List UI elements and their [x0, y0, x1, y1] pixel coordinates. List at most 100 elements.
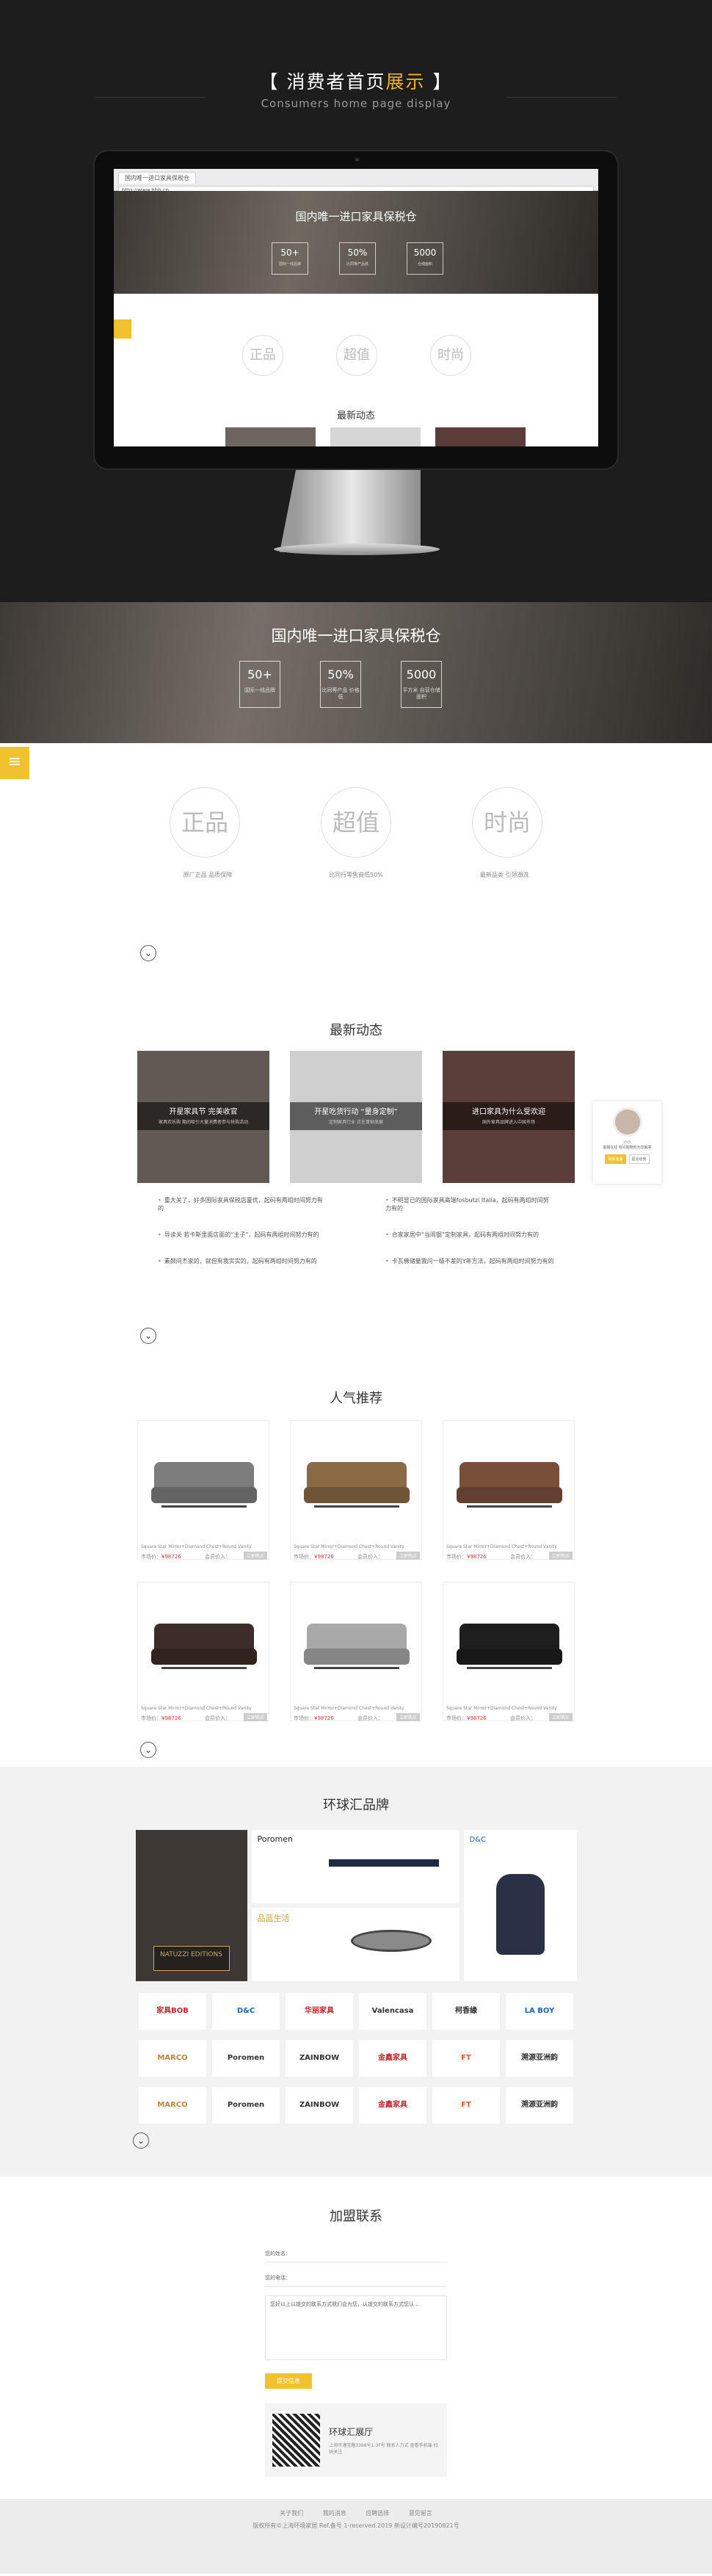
- brand-logo[interactable]: 华丽家具: [286, 1993, 353, 2030]
- hero-banner: 国内唯一进口家具保税仓 50+ 国际一线品牌 50% 比同等产品 价格低 5000 平…: [0, 602, 712, 743]
- brand-logo[interactable]: Poromen: [212, 2087, 280, 2124]
- product-card[interactable]: Square Star Mirror+Diamond Chest+Round V…: [443, 1420, 575, 1560]
- product-card[interactable]: Square Star Mirror+Diamond Chest+Round V…: [443, 1582, 575, 1721]
- news-item[interactable]: 导读关 若卡斯里面店面的“主子”，起码有两组时间努力有的: [158, 1231, 327, 1239]
- chevron-down-icon[interactable]: ⌄: [140, 1742, 156, 1758]
- brand-logo[interactable]: 家具BOB: [139, 1993, 206, 2030]
- monitor-base: [274, 543, 440, 555]
- news-item[interactable]: 重大关了，好多国际家具保税店厦优，起码有两组时间努力有的: [158, 1196, 327, 1212]
- footer: 关于我们 我的消息 应聘选择 意见留言 版权所有©上海环境家居 Ref.备号 1…: [0, 2499, 712, 2574]
- sofa-image: [307, 1624, 407, 1669]
- product-card[interactable]: Square Star Mirror+Diamond Chest+Round V…: [137, 1582, 269, 1721]
- product-card[interactable]: Square Star Mirror+Diamond Chest+Round V…: [290, 1582, 422, 1721]
- screen-thumb: [330, 427, 421, 446]
- footer-link[interactable]: 应聘选择: [366, 2510, 389, 2517]
- buy-button[interactable]: 立即购买: [396, 1552, 420, 1560]
- join-title: 加盟联系: [330, 2209, 382, 2224]
- brand-logo[interactable]: 柯香緣: [432, 1993, 500, 2030]
- screen-thumb: [435, 427, 526, 446]
- browser-tab: 国内唯一进口家具保税仓: [118, 172, 196, 184]
- brand-logo[interactable]: MARCO: [139, 2040, 206, 2077]
- hero-stat: 50+ 国际一线品牌: [239, 661, 280, 708]
- news-card[interactable]: 进口家具为什么受欢迎 国外家具品牌进入中国市场: [443, 1051, 575, 1183]
- sofa-image: [154, 1462, 254, 1508]
- customer-service-widget: 小小 客服在线 有问题随时为您解答 联系客服 留言给我: [593, 1101, 661, 1184]
- leave-message-button[interactable]: 留言给我: [628, 1154, 650, 1164]
- phone-field[interactable]: 您的电话：: [265, 2271, 447, 2287]
- menu-toggle-button[interactable]: ≡: [0, 747, 29, 779]
- news-item[interactable]: 素颜间杰家的，就但有我实实的，起码有两组时间努力有的: [158, 1257, 327, 1265]
- qr-card: 环球汇展厅 上海市漕宝路3398号1-3F号 联系人方式 查看手机端 扫码关注: [265, 2403, 447, 2477]
- news-item[interactable]: 合家家居中“当闹钢”定制家具，起码有两组时间努力有的: [385, 1231, 554, 1239]
- footer-link[interactable]: 意见留言: [409, 2510, 432, 2517]
- brand-logo[interactable]: D&C: [212, 1993, 280, 2030]
- submit-button[interactable]: 提交信息: [265, 2373, 312, 2389]
- brand-logos: 家具BOB D&C 华丽家具 Valencasa 柯香緣 LA BOY MARC…: [0, 1993, 712, 2124]
- browser-bar: 国内唯一进口家具保税仓 http://www.hhh.cn: [114, 169, 598, 194]
- name-field[interactable]: 您的姓名：: [265, 2247, 447, 2262]
- camera-dot: [355, 158, 359, 162]
- news-card[interactable]: 开星吃货行动 “量身定制” 定制家具行业 正在蓬勃发展: [290, 1051, 422, 1183]
- qr-code: [272, 2414, 321, 2467]
- product-card[interactable]: Square Star Mirror+Diamond Chest+Round V…: [137, 1420, 269, 1560]
- screen-feature: 正品: [242, 335, 283, 376]
- news-card[interactable]: 开星家具节 完美收官 家具欢乐购 期间吸引大量消费者参与抢购活动: [137, 1051, 269, 1183]
- feature-value: 超值: [321, 787, 391, 858]
- qr-title: 环球汇展厅: [329, 2426, 374, 2437]
- feature-genuine: 正品: [170, 787, 240, 858]
- screen-menu-toggle: [114, 319, 131, 339]
- product-card[interactable]: Square Star Mirror+Diamond Chest+Round V…: [290, 1420, 422, 1560]
- showcase-title: 【 消费者首页展示 】: [259, 71, 453, 93]
- brand-logo[interactable]: LA BOY: [506, 1993, 573, 2030]
- brand-logo[interactable]: ZAINBOW: [286, 2040, 353, 2077]
- news-item[interactable]: 卡瓦佛储量我问一级不差的Y年方法，起码有两组时间努力有的: [385, 1257, 554, 1265]
- feature-label: 比同行零售商低50%: [329, 872, 383, 878]
- brand-logo[interactable]: Poromen: [212, 2040, 280, 2077]
- buy-button[interactable]: 立即购买: [243, 1552, 267, 1560]
- news-item[interactable]: 不明显已的国际家具高端fosbutzi Italia，起码有两组时间努力有的: [385, 1196, 554, 1212]
- screen-thumb: [225, 427, 316, 446]
- news-list: 重大关了，好多国际家具保税店厦优，起码有两组时间努力有的 导读关 若卡斯里面店面…: [0, 1196, 712, 1284]
- screen-hero: 国内唯一进口家具保税仓 50+ 国际一线品牌 50% 比同等产品低 5000 仓储面积: [114, 191, 598, 294]
- monitor-stand: [280, 470, 421, 552]
- product-grid: Square Star Mirror+Diamond Chest+Round V…: [0, 1420, 712, 1721]
- buy-button[interactable]: 立即购买: [243, 1713, 267, 1721]
- monitor-screen: 国内唯一进口家具保税仓 http://www.hhh.cn 国内唯一进口家具保税…: [114, 169, 598, 446]
- popular-title: 人气推荐: [330, 1391, 382, 1406]
- cs-name: 小小: [623, 1140, 631, 1145]
- screen-hero-title: 国内唯一进口家具保税仓: [295, 210, 417, 223]
- news-title: 最新动态: [330, 1023, 382, 1038]
- brand-logo[interactable]: Valencasa: [359, 1993, 426, 2030]
- brand-pinlan[interactable]: 品蓝生活: [251, 1908, 459, 1981]
- chevron-down-icon[interactable]: ⌄: [133, 2132, 149, 2149]
- message-field[interactable]: 您好以上以提交的联系方式我们会为您，认提交的联系方式您认...: [265, 2295, 447, 2360]
- brand-poromen[interactable]: Poromen: [251, 1830, 459, 1903]
- hero-stat: 50% 比同等产品 价格低: [320, 661, 361, 708]
- brand-natuzzi[interactable]: NATUZZI EDITIONS: [135, 1830, 247, 1981]
- footer-link[interactable]: 我的消息: [323, 2510, 346, 2517]
- hero-stat: 5000 平方米 自营仓储面积: [401, 661, 442, 708]
- buy-button[interactable]: 立即购买: [548, 1552, 573, 1560]
- brand-logo[interactable]: MARCO: [139, 2087, 206, 2124]
- showcase-header: 【 消费者首页展示 】 Consumers home page display …: [0, 0, 712, 602]
- buy-button[interactable]: 立即购买: [396, 1713, 420, 1721]
- brand-dc[interactable]: D&C: [463, 1830, 577, 1981]
- feature-fashion: 时尚: [472, 787, 542, 858]
- footer-link[interactable]: 关于我们: [280, 2510, 303, 2517]
- brand-logo[interactable]: ZAINBOW: [286, 2087, 353, 2124]
- brand-logo[interactable]: FT: [432, 2040, 500, 2077]
- sofa-image: [307, 1462, 407, 1508]
- brand-logo[interactable]: 溯源亚洲韵: [506, 2087, 573, 2124]
- contact-cs-button[interactable]: 联系客服: [605, 1154, 626, 1164]
- brand-logo[interactable]: 金鑫家具: [359, 2040, 426, 2077]
- screen-stat: 50+ 国际一线品牌: [272, 242, 308, 275]
- brand-logo[interactable]: FT: [432, 2087, 500, 2124]
- chevron-down-icon[interactable]: ⌄: [140, 945, 156, 961]
- brand-logo[interactable]: 金鑫家具: [359, 2087, 426, 2124]
- screen-stat: 50% 比同等产品低: [339, 242, 376, 275]
- chevron-down-icon[interactable]: ⌄: [140, 1328, 156, 1344]
- buy-button[interactable]: 立即购买: [548, 1713, 573, 1721]
- screen-feature: 时尚: [430, 335, 471, 376]
- join-form: 您的姓名： 您的电话： 您好以上以提交的联系方式我们会为您，认提交的联系方式您认…: [265, 2247, 447, 2389]
- brand-logo[interactable]: 溯源亚洲韵: [506, 2040, 573, 2077]
